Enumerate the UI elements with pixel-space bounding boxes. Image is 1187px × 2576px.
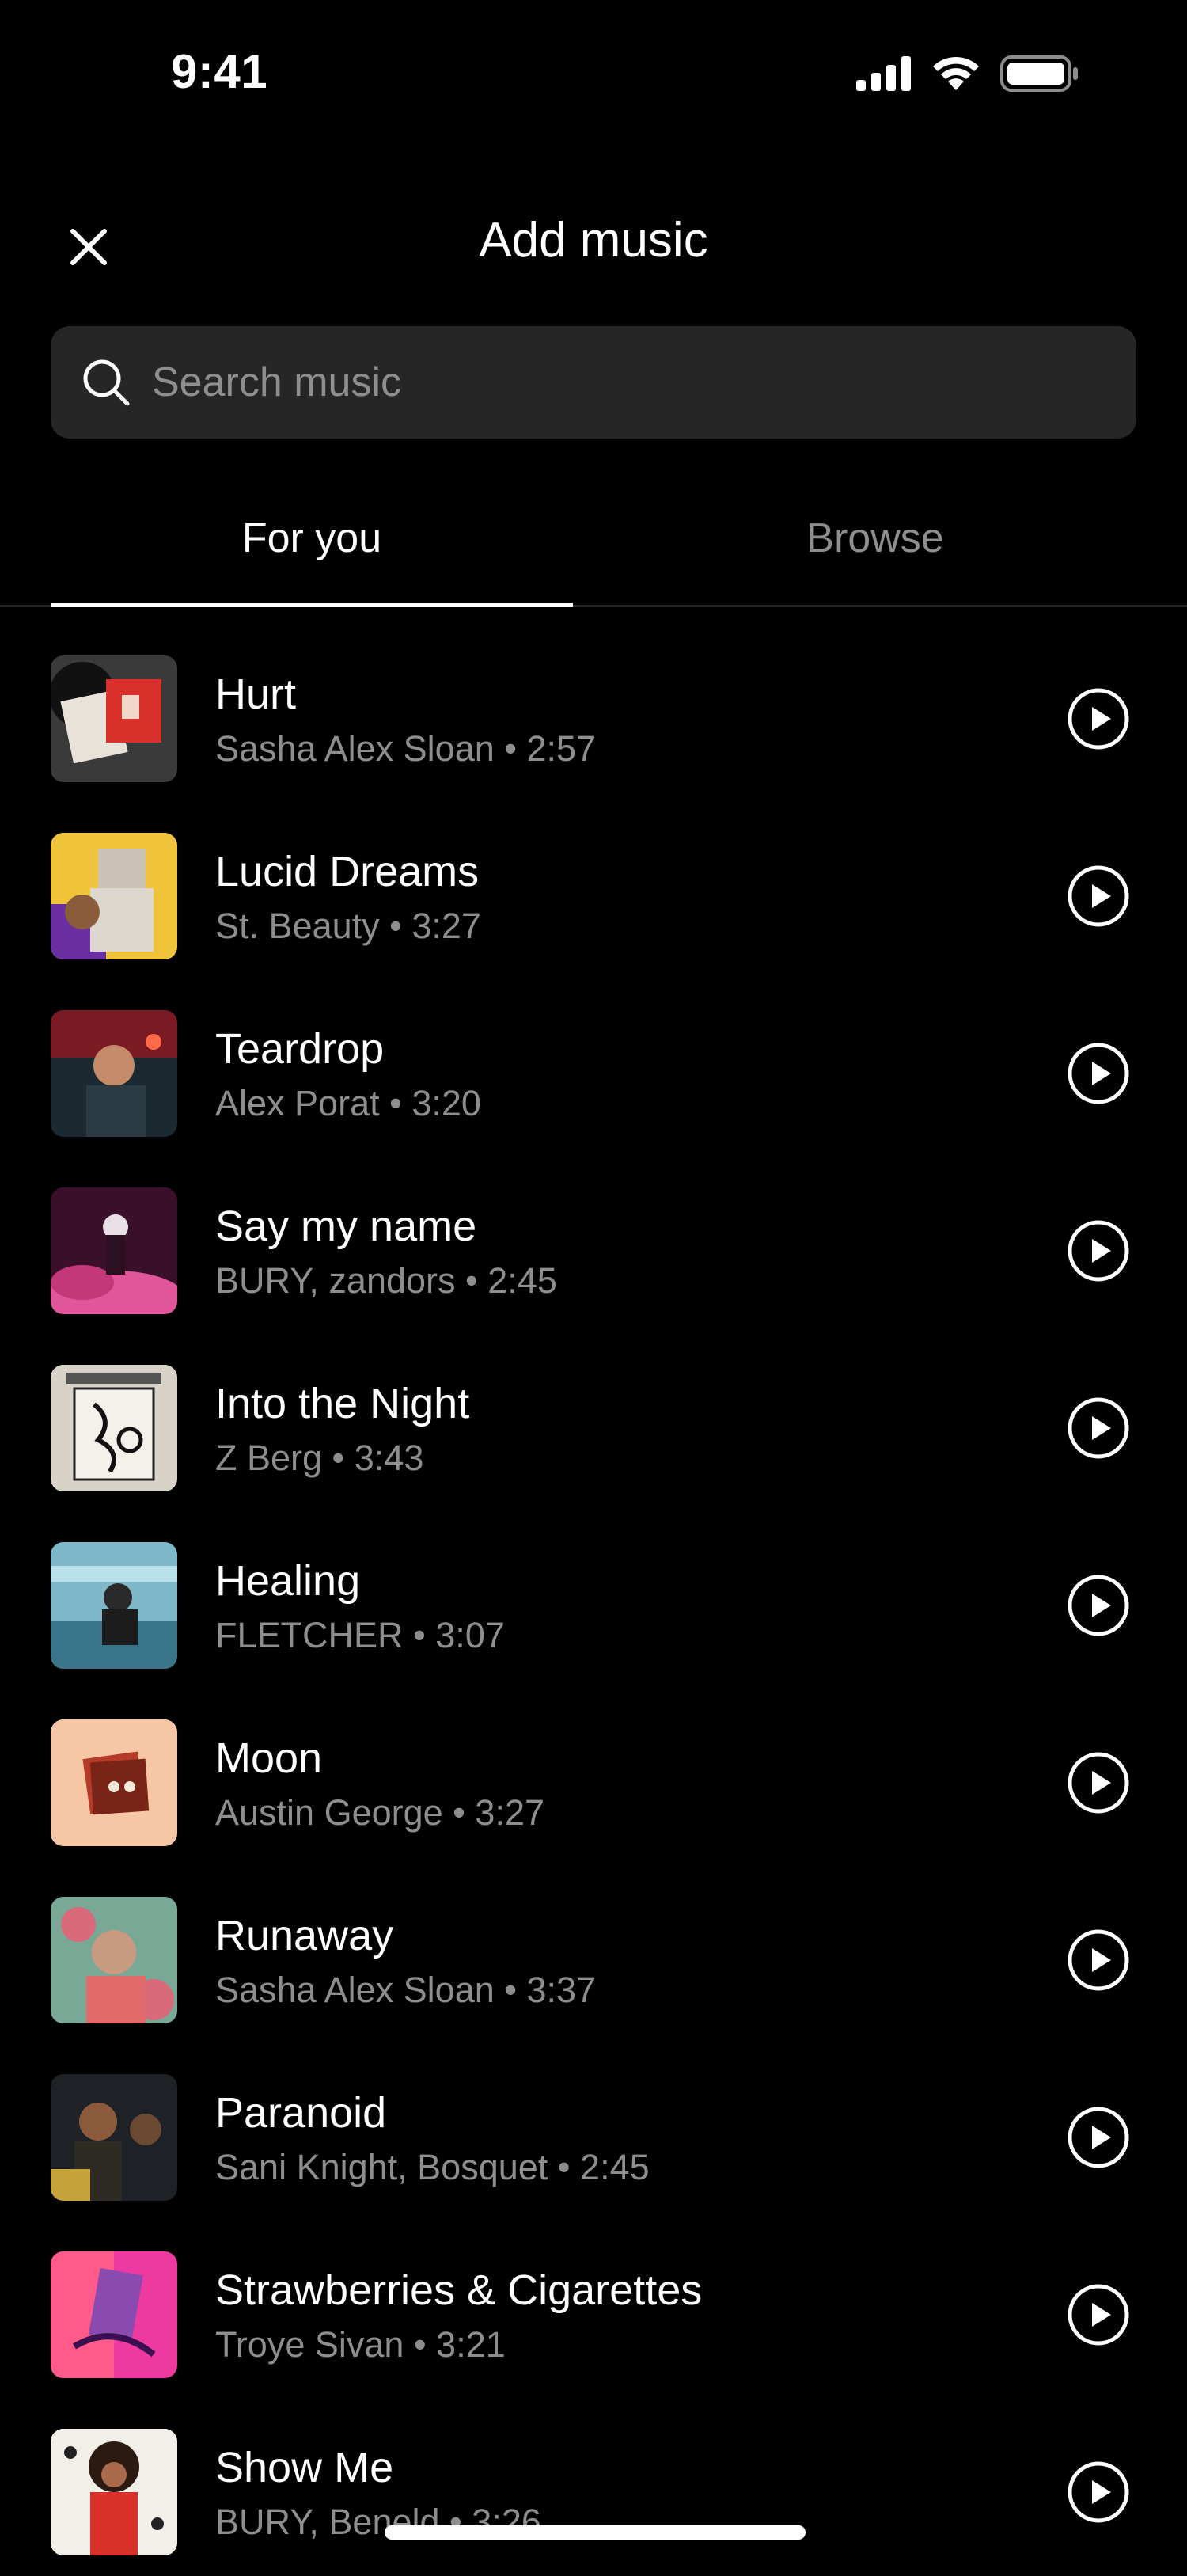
- track-title: Hurt: [215, 671, 297, 718]
- track-row[interactable]: Into the Night Z Berg • 3:43: [0, 1335, 1187, 1512]
- play-button[interactable]: [1067, 1574, 1130, 1637]
- track-meta: Alex Porat • 3:20: [215, 1083, 481, 1123]
- album-cover: [51, 1010, 177, 1137]
- album-cover: [51, 833, 177, 959]
- home-indicator[interactable]: [385, 2525, 806, 2540]
- track-meta: Austin George • 3:27: [215, 1792, 545, 1833]
- track-row[interactable]: Say my name BURY, zandors • 2:45: [0, 1157, 1187, 1335]
- track-row[interactable]: Strawberries & Cigarettes Troye Sivan • …: [0, 2221, 1187, 2399]
- play-button[interactable]: [1067, 2460, 1130, 2524]
- track-meta: Sasha Alex Sloan • 2:57: [215, 728, 597, 769]
- track-title: Say my name: [215, 1203, 477, 1250]
- play-icon: [1068, 688, 1129, 750]
- play-icon: [1068, 2107, 1129, 2168]
- play-icon: [1068, 2284, 1129, 2346]
- play-button[interactable]: [1067, 864, 1130, 928]
- play-button[interactable]: [1067, 1042, 1130, 1105]
- album-cover: [51, 1542, 177, 1669]
- track-list: Hurt Sasha Alex Sloan • 2:57 Lucid Dream…: [0, 625, 1187, 2576]
- track-row[interactable]: Paranoid Sani Knight, Bosquet • 2:45: [0, 2044, 1187, 2221]
- play-icon: [1068, 1043, 1129, 1104]
- play-button[interactable]: [1067, 1928, 1130, 1992]
- track-row[interactable]: Hurt Sasha Alex Sloan • 2:57: [0, 625, 1187, 803]
- track-meta: Troye Sivan • 3:21: [215, 2324, 506, 2365]
- active-tab-indicator: [51, 603, 573, 607]
- track-title: Strawberries & Cigarettes: [215, 2266, 703, 2314]
- album-cover: [51, 1897, 177, 2023]
- play-icon: [1068, 1220, 1129, 1282]
- status-time: 9:41: [171, 45, 268, 98]
- status-icons: [856, 55, 1079, 95]
- battery-icon: [1000, 55, 1079, 96]
- track-title: Runaway: [215, 1912, 394, 1959]
- album-cover: [51, 1719, 177, 1846]
- search-bar[interactable]: [51, 325, 1136, 439]
- play-icon: [1068, 1752, 1129, 1814]
- tab-browse[interactable]: Browse: [614, 475, 1136, 602]
- wifi-icon: [931, 55, 981, 96]
- track-title: Show Me: [215, 2444, 394, 2491]
- track-row[interactable]: Lucid Dreams St. Beauty • 3:27: [0, 803, 1187, 980]
- track-meta: Z Berg • 3:43: [215, 1438, 424, 1478]
- track-row[interactable]: Moon Austin George • 3:27: [0, 1689, 1187, 1867]
- track-row[interactable]: Teardrop Alex Porat • 3:20: [0, 980, 1187, 1157]
- play-button[interactable]: [1067, 687, 1130, 750]
- play-button[interactable]: [1067, 1751, 1130, 1814]
- tab-for-you[interactable]: For you: [51, 475, 573, 602]
- album-cover: [51, 1187, 177, 1314]
- play-button[interactable]: [1067, 2106, 1130, 2169]
- track-title: Healing: [215, 1557, 361, 1605]
- track-title: Moon: [215, 1734, 323, 1782]
- track-row[interactable]: Healing FLETCHER • 3:07: [0, 1512, 1187, 1689]
- search-input[interactable]: [150, 325, 1136, 439]
- album-cover: [51, 1365, 177, 1491]
- track-meta: St. Beauty • 3:27: [215, 906, 481, 946]
- search-icon: [81, 357, 131, 408]
- album-cover: [51, 655, 177, 782]
- track-title: Teardrop: [215, 1025, 385, 1073]
- track-meta: Sani Knight, Bosquet • 2:45: [215, 2147, 650, 2187]
- play-icon: [1068, 865, 1129, 927]
- track-meta: Sasha Alex Sloan • 3:37: [215, 1970, 597, 2010]
- track-row[interactable]: Runaway Sasha Alex Sloan • 3:37: [0, 1867, 1187, 2044]
- header: Add music: [0, 190, 1187, 293]
- play-icon: [1068, 2461, 1129, 2523]
- track-title: Into the Night: [215, 1380, 470, 1427]
- play-button[interactable]: [1067, 2283, 1130, 2346]
- album-cover: [51, 2251, 177, 2378]
- track-meta: BURY, zandors • 2:45: [215, 1260, 557, 1301]
- play-button[interactable]: [1067, 1396, 1130, 1460]
- track-title: Lucid Dreams: [215, 848, 480, 895]
- track-meta: FLETCHER • 3:07: [215, 1615, 505, 1655]
- play-button[interactable]: [1067, 1219, 1130, 1282]
- page-title: Add music: [479, 213, 708, 268]
- track-title: Paranoid: [215, 2089, 387, 2137]
- track-row[interactable]: Show Me BURY, Beneld • 3:26: [0, 2399, 1187, 2576]
- play-icon: [1068, 1929, 1129, 1991]
- album-cover: [51, 2074, 177, 2201]
- tab-bar: For you Browse: [0, 475, 1187, 607]
- status-bar: 9:41: [0, 0, 1187, 150]
- play-icon: [1068, 1397, 1129, 1459]
- cellular-signal-icon: [856, 55, 912, 95]
- album-cover: [51, 2429, 177, 2555]
- play-icon: [1068, 1575, 1129, 1636]
